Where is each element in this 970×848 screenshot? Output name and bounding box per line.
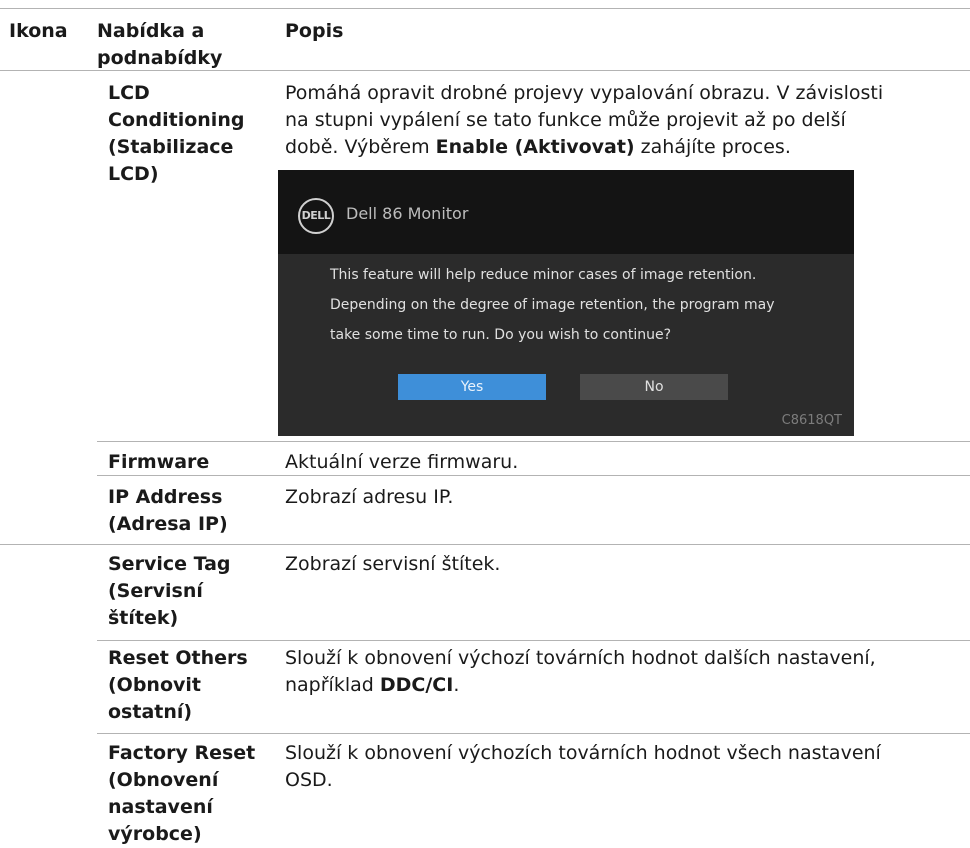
desc-line: OSD. [285,769,333,791]
menu-line: (Obnovení [108,769,219,791]
osd-model-label: C8618QT [781,413,842,428]
menu-line: výrobce) [108,823,202,845]
desc-line: době. Výběrem Enable (Aktivovat) zahájít… [285,134,883,161]
desc-text: době. Výběrem [285,136,436,158]
menu-cell-lcd-conditioning: LCD Conditioning (Stabilizace LCD) [108,80,244,188]
desc-cell-lcd-conditioning: Pomáhá opravit drobné projevy vypalování… [285,80,883,161]
row-rule [97,733,970,734]
desc-cell-ip-address: Zobrazí adresu IP. [285,486,454,508]
osd-title-bar: DELL Dell 86 Monitor [278,170,854,254]
menu-line: (Obnovit [108,674,201,696]
header-description: Popis [285,20,344,42]
desc-text: například [285,674,380,696]
desc-cell-factory-reset: Slouží k obnovení výchozích továrních ho… [285,740,881,794]
menu-line: ostatní) [108,701,193,723]
dell-logo-icon: DELL [298,198,334,234]
desc-line: Pomáhá opravit drobné projevy vypalování… [285,82,884,104]
desc-cell-firmware: Aktuální verze firmwaru. [285,451,519,473]
ddc-ci-text: DDC/CI [379,674,454,696]
desc-text: zahájíte proces. [634,136,791,158]
osd-message-line: Depending on the degree of image retenti… [330,297,775,313]
menu-cell-reset-others: Reset Others (Obnovit ostatní) [108,645,248,726]
menu-cell-firmware: Firmware [108,449,209,476]
menu-line: Firmware [108,451,210,473]
osd-dialog: DELL Dell 86 Monitor This feature will h… [278,170,854,436]
desc-line: Slouží k obnovení výchozích továrních ho… [285,742,881,764]
menu-line: Conditioning [108,109,245,131]
row-rule [97,475,970,476]
desc-cell-reset-others: Slouží k obnovení výchozí továrních hodn… [285,645,876,699]
menu-line: štítek) [108,607,179,629]
table-top-rule [0,8,970,9]
header-icon: Ikona [9,20,68,42]
osd-title: Dell 86 Monitor [346,204,469,223]
header-menu-line: Nabídka a [97,20,205,42]
menu-line: (Stabilizace [108,136,234,158]
desc-cell-service-tag: Zobrazí servisní štítek. [285,553,501,575]
menu-line: Factory Reset [108,742,256,764]
yes-button[interactable]: Yes [398,374,546,400]
desc-line: například DDC/CI. [285,672,876,699]
row-rule [97,640,970,641]
menu-cell-factory-reset: Factory Reset (Obnovení nastavení výrobc… [108,740,255,848]
menu-line: Reset Others [108,647,248,669]
row-rule [0,544,970,545]
osd-message-line: This feature will help reduce minor case… [330,267,757,283]
menu-line: (Servisní [108,580,203,602]
no-button[interactable]: No [580,374,728,400]
menu-line: IP Address [108,486,223,508]
row-rule [97,441,970,442]
header-menu: Nabídka a podnabídky [97,18,222,72]
menu-cell-service-tag: Service Tag (Servisní štítek) [108,551,231,632]
menu-line: nastavení [108,796,213,818]
header-menu-line: podnabídky [97,47,223,69]
menu-line: LCD) [108,163,159,185]
menu-line: (Adresa IP) [108,513,228,535]
menu-line: LCD [108,82,150,104]
desc-line: na stupni vypálení se tato funkce může p… [285,109,846,131]
desc-text: . [453,674,460,696]
osd-message-line: take some time to run. Do you wish to co… [330,327,672,343]
menu-line: Service Tag [108,553,231,575]
menu-cell-ip-address: IP Address (Adresa IP) [108,484,228,538]
desc-line: Slouží k obnovení výchozí továrních hodn… [285,647,876,669]
enable-option-text: Enable (Aktivovat) [435,136,635,158]
